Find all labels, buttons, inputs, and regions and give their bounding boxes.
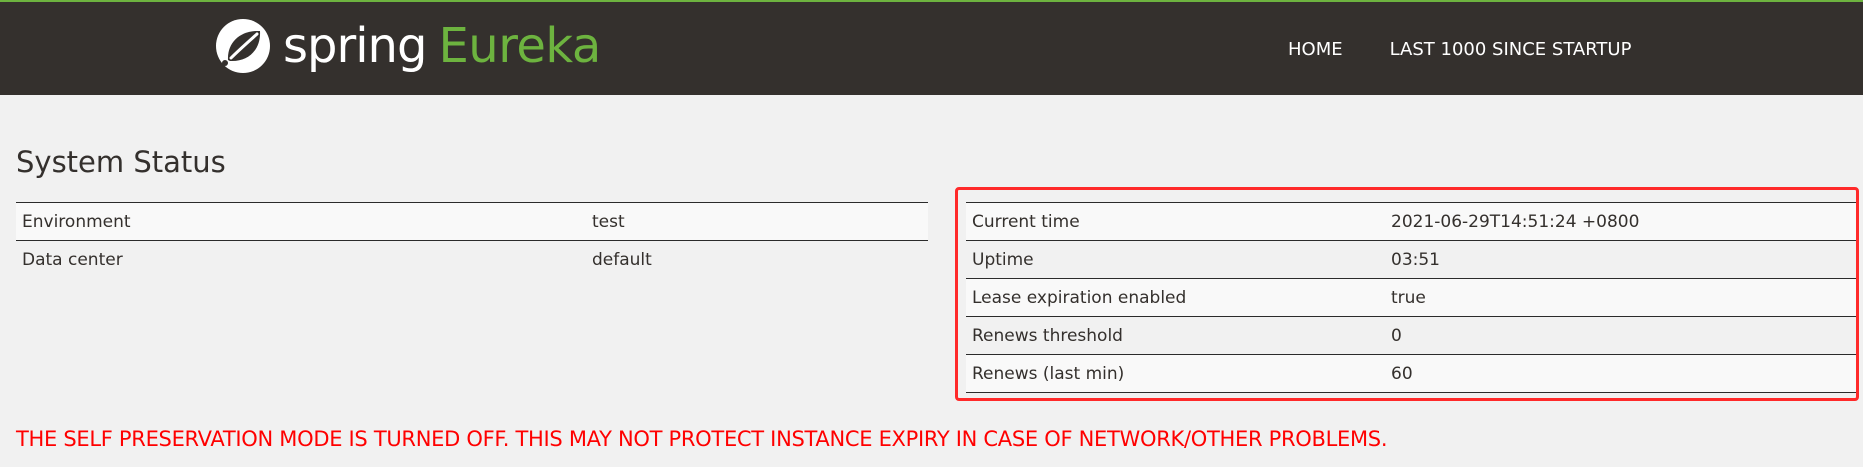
self-preservation-warning: THE SELF PRESERVATION MODE IS TURNED OFF…	[16, 427, 1388, 451]
brand-spring-text: spring	[283, 18, 427, 74]
spring-leaf-icon	[216, 19, 270, 73]
renews-last-min-label: Renews (last min)	[966, 354, 1385, 393]
renews-last-min-value: 60	[1385, 354, 1859, 393]
nav-home-link[interactable]: HOME	[1288, 38, 1343, 62]
lease-expiration-value: true	[1385, 278, 1859, 317]
brand-eureka-text: Eureka	[438, 18, 601, 74]
navbar: spring Eureka HOME LAST 1000 SINCE START…	[0, 0, 1863, 95]
environment-value: test	[586, 202, 928, 241]
table-row: Lease expiration enabled true	[966, 278, 1859, 317]
data-center-label: Data center	[16, 240, 586, 278]
system-status-left-table: Environment test Data center default	[16, 202, 928, 278]
uptime-value: 03:51	[1385, 240, 1859, 279]
nav-links: HOME LAST 1000 SINCE STARTUP	[1288, 38, 1631, 62]
nav-last-1000-link[interactable]: LAST 1000 SINCE STARTUP	[1390, 38, 1632, 62]
renews-threshold-value: 0	[1385, 316, 1859, 355]
renews-threshold-label: Renews threshold	[966, 316, 1385, 355]
current-time-label: Current time	[966, 202, 1385, 241]
system-status-title: System Status	[16, 145, 226, 179]
table-row: Data center default	[16, 240, 928, 278]
system-status-right-table: Current time 2021-06-29T14:51:24 +0800 U…	[966, 202, 1859, 393]
uptime-label: Uptime	[966, 240, 1385, 279]
table-row: Current time 2021-06-29T14:51:24 +0800	[966, 202, 1859, 241]
table-row: Renews threshold 0	[966, 316, 1859, 355]
table-row: Renews (last min) 60	[966, 354, 1859, 393]
table-row: Environment test	[16, 202, 928, 241]
lease-expiration-label: Lease expiration enabled	[966, 278, 1385, 317]
data-center-value: default	[586, 240, 928, 278]
environment-label: Environment	[16, 202, 586, 241]
brand-link[interactable]: spring Eureka	[213, 16, 601, 76]
current-time-value: 2021-06-29T14:51:24 +0800	[1385, 202, 1859, 241]
table-row: Uptime 03:51	[966, 240, 1859, 279]
